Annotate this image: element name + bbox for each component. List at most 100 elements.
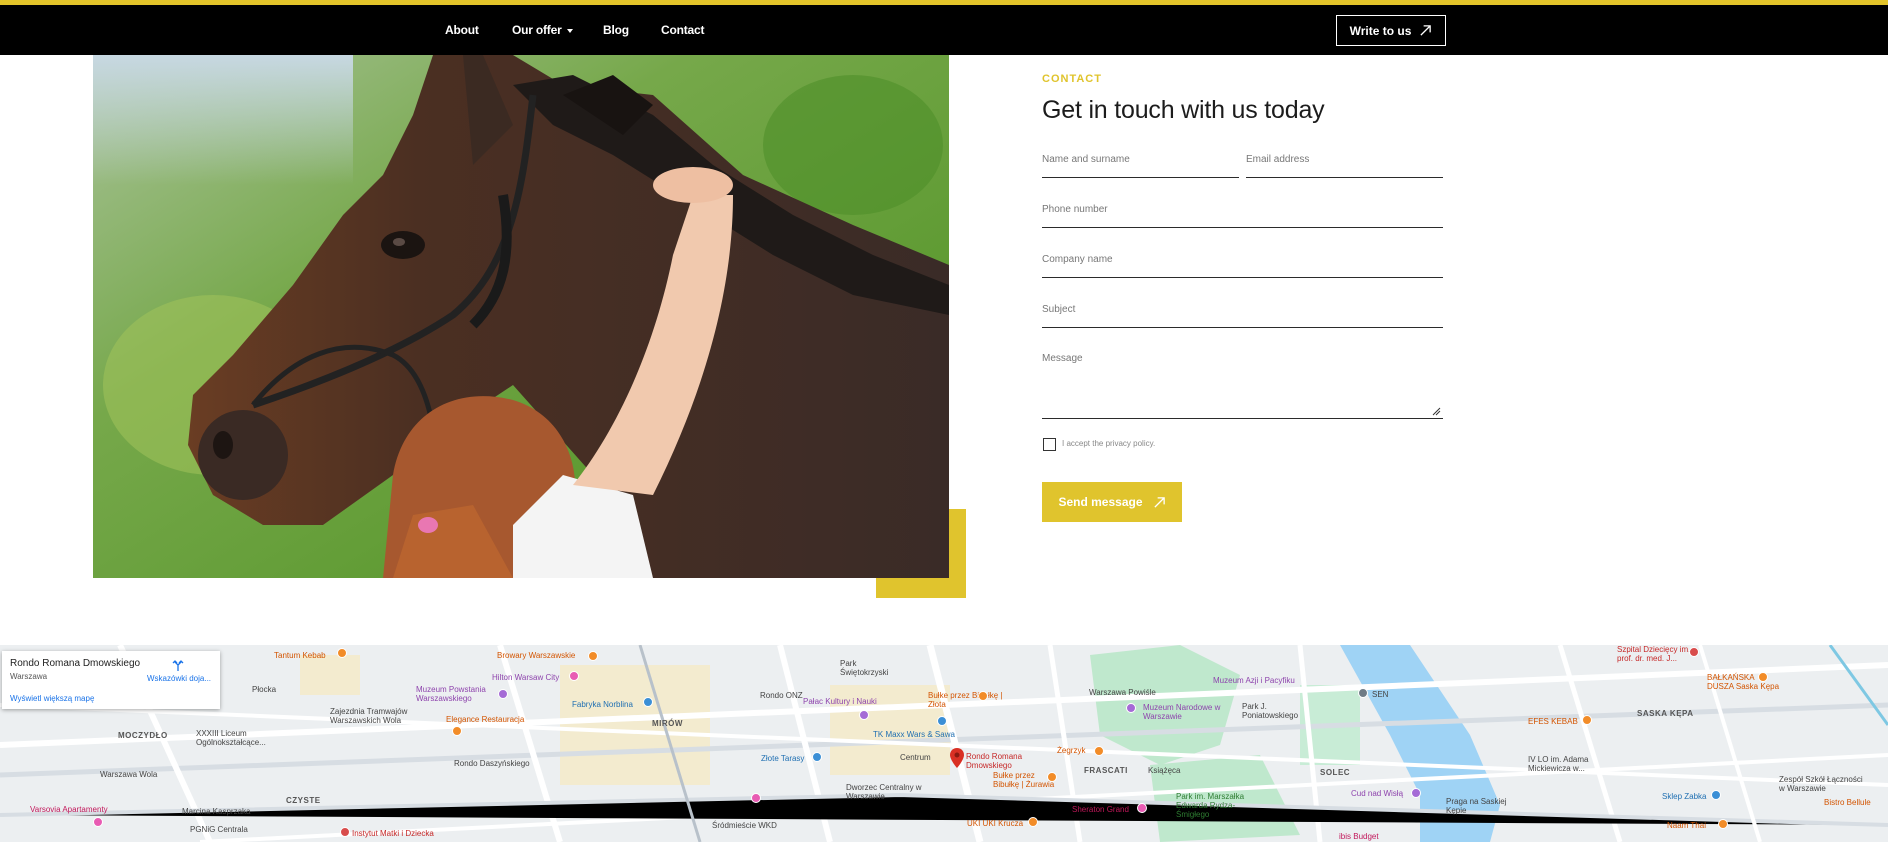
write-to-us-label: Write to us — [1349, 23, 1412, 38]
map-label-iv-lo: IV LO im. Adama Mickiewicza w... — [1528, 755, 1589, 773]
map-label-zlote-tarasy: Złote Tarasy — [761, 754, 805, 763]
map-poi-museum[interactable] — [859, 710, 869, 720]
map-label-rondo-dmowskiego: Rondo Romana Dmowskiego — [966, 752, 1023, 770]
map-poi-restaurant[interactable] — [1718, 819, 1728, 829]
map-label-tantum: Tantum Kebab — [274, 651, 326, 660]
email-field-placeholder: Email address — [1246, 154, 1310, 165]
map-label-uki-uki: UKI UKI Krucza — [967, 819, 1024, 828]
map-poi-shopping[interactable] — [1711, 790, 1721, 800]
map-poi-restaurant[interactable] — [1047, 772, 1057, 782]
nav-item-our-offer[interactable]: Our offer — [512, 23, 573, 37]
map-poi-restaurant[interactable] — [452, 726, 462, 736]
map-canvas — [0, 645, 1888, 842]
write-to-us-button[interactable]: Write to us — [1336, 15, 1446, 46]
map-label-xxxiii: XXXIII Liceum Ogólnokształcące... — [196, 729, 266, 747]
map-label-pgnig: PGNiG Centrala — [190, 825, 248, 834]
directions-icon[interactable] — [172, 659, 184, 671]
send-message-label: Send message — [1058, 495, 1143, 509]
company-field[interactable]: Company name — [1042, 251, 1443, 278]
view-larger-map-link[interactable]: Wyświetl większą mapę — [10, 694, 94, 703]
map-poi-museum[interactable] — [498, 689, 508, 699]
embedded-map[interactable]: Tantum Kebab Browary Warszawskie Hilton … — [0, 645, 1888, 842]
map-poi-shopping[interactable] — [643, 697, 653, 707]
map-label-ibis: ibis Budget — [1339, 832, 1379, 841]
directions-link[interactable]: Wskazówki doja... — [147, 674, 211, 683]
map-label-saska-kepa: SASKA KĘPA — [1637, 709, 1694, 718]
map-poi-hotel[interactable] — [751, 793, 761, 803]
map-poi-hotel[interactable] — [569, 671, 579, 681]
map-label-sen: SEN — [1372, 690, 1389, 699]
name-field[interactable]: Name and surname — [1042, 151, 1239, 178]
map-label-bistro: Bistro Bellule — [1824, 798, 1871, 807]
map-label-sheraton: Sheraton Grand — [1072, 805, 1129, 814]
company-field-placeholder: Company name — [1042, 254, 1113, 265]
map-poi-hospital[interactable] — [1689, 647, 1699, 657]
map-info-card: Rondo Romana Dmowskiego Warszawa Wyświet… — [2, 651, 220, 709]
nav-item-contact[interactable]: Contact — [661, 23, 704, 37]
map-poi-restaurant[interactable] — [978, 691, 988, 701]
email-field[interactable]: Email address — [1246, 151, 1443, 178]
message-textarea-placeholder: Message — [1042, 353, 1083, 364]
nav-item-blog[interactable]: Blog — [603, 23, 629, 37]
nav-item-our-offer-label: Our offer — [512, 23, 562, 37]
map-label-zegrzyk: Żegrzyk — [1057, 746, 1086, 755]
map-label-czyste: CZYSTE — [286, 796, 321, 805]
map-poi-hotel[interactable] — [1137, 803, 1147, 813]
chevron-down-icon — [566, 28, 573, 33]
map-poi-hospital[interactable] — [340, 827, 350, 837]
map-poi-hotel[interactable] — [93, 817, 103, 827]
map-label-srodmiescie-wkd: Śródmieście WKD — [712, 821, 777, 830]
map-poi-museum[interactable] — [1126, 703, 1136, 713]
map-label-rondo-onz: Rondo ONZ — [760, 691, 803, 700]
map-label-elegance: Elegance Restauracja — [446, 715, 525, 724]
map-label-rondo-daszynskiego: Rondo Daszyńskiego — [454, 759, 530, 768]
horse-photo — [93, 55, 949, 578]
section-eyebrow: CONTACT — [1042, 73, 1102, 85]
nav-item-about[interactable]: About — [445, 23, 479, 37]
map-poi-restaurant[interactable] — [1582, 715, 1592, 725]
map-poi-museum[interactable] — [1411, 788, 1421, 798]
map-label-park-poniatowskiego: Park J. Poniatowskiego — [1242, 702, 1299, 720]
map-label-muzeum-narodowe: Muzeum Narodowe w Warszawie — [1143, 703, 1221, 721]
map-label-muzeum-powstania: Muzeum Powstania Warszawskiego — [416, 685, 486, 703]
map-poi-shopping[interactable] — [812, 752, 822, 762]
map-poi-restaurant[interactable] — [1094, 746, 1104, 756]
main-navigation: About Our offer Blog Contact Write to us — [0, 5, 1888, 55]
map-poi-restaurant[interactable] — [1758, 672, 1768, 682]
message-textarea[interactable]: Message — [1042, 350, 1443, 419]
map-label-balkanska: BAŁKAŃSKA DUSZA Saska Kępa — [1707, 673, 1780, 691]
privacy-checkbox[interactable] — [1043, 438, 1056, 451]
map-poi-restaurant[interactable] — [588, 651, 598, 661]
map-label-bulke-zlota: Bułke przez Bibułkę | Złota — [928, 691, 1003, 709]
send-message-button[interactable]: Send message — [1042, 482, 1182, 522]
map-label-warszawa-powisle: Warszawa Powiśle — [1089, 688, 1156, 697]
map-label-warszawa-wola: Warszawa Wola — [100, 770, 158, 779]
map-card-subtitle: Warszawa — [10, 672, 48, 681]
map-label-varsovia: Varsovia Apartamenty — [30, 805, 108, 814]
map-label-frascati: FRASCATI — [1084, 766, 1128, 775]
map-card-title: Rondo Romana Dmowskiego — [10, 658, 141, 669]
arrow-up-right-icon — [1420, 25, 1432, 36]
map-label-dworzec: Dworzec Centralny w Warszawie — [846, 783, 922, 801]
map-marker-icon[interactable] — [950, 748, 964, 768]
map-label-browary: Browary Warszawskie — [497, 651, 576, 660]
map-poi-restaurant[interactable] — [1028, 817, 1038, 827]
map-label-cud-nad-wisla: Cud nad Wisłą — [1351, 789, 1404, 798]
map-label-zajezdnia: Zajezdnia Tramwajów Warszawskich Wola — [330, 707, 408, 725]
map-label-mirow: MIRÓW — [652, 719, 683, 728]
map-label-praga: Praga na Saskiej Kępie — [1446, 797, 1507, 815]
map-poi-shopping[interactable] — [937, 716, 947, 726]
name-field-placeholder: Name and surname — [1042, 154, 1130, 165]
map-label-efes: EFES KEBAB — [1528, 717, 1578, 726]
phone-field-placeholder: Phone number — [1042, 204, 1108, 215]
map-label-centrum: Centrum — [900, 753, 931, 762]
subject-field[interactable]: Subject — [1042, 301, 1443, 328]
map-poi-place[interactable] — [1358, 688, 1368, 698]
map-label-plocka: Płocka — [252, 685, 277, 694]
phone-field[interactable]: Phone number — [1042, 201, 1443, 228]
map-label-fabryka: Fabryka Norblina — [572, 700, 633, 709]
resize-handle-icon[interactable] — [1431, 406, 1441, 416]
map-label-naam-thai: Naam Thai — [1667, 821, 1706, 830]
map-poi-restaurant[interactable] — [337, 648, 347, 658]
map-label-hilton: Hilton Warsaw City — [492, 673, 560, 682]
